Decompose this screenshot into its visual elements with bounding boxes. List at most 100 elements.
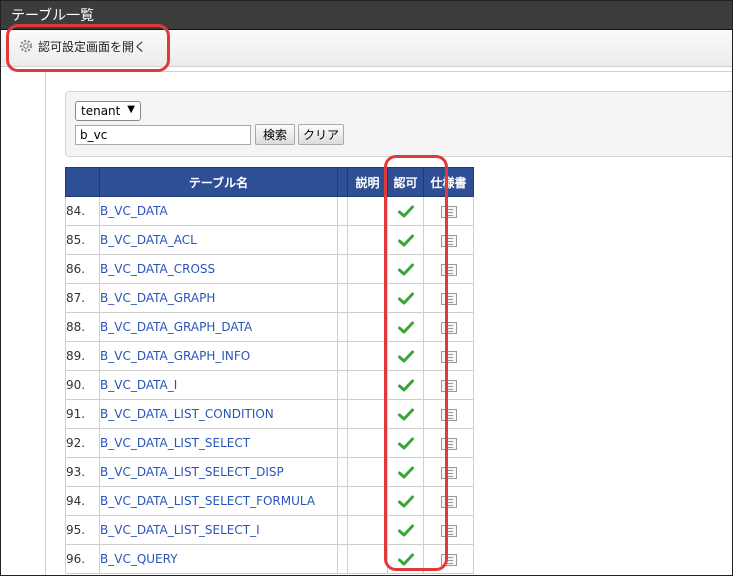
table-row: 96. B_VC_QUERY: [65, 544, 474, 574]
table-name-link[interactable]: B_VC_DATA_LIST_SELECT_I: [99, 515, 338, 545]
tenant-select[interactable]: tenant ▼: [75, 101, 141, 121]
check-icon: [397, 552, 414, 566]
tenant-select-value: tenant: [81, 104, 121, 118]
table-name-link[interactable]: B_VC_DATA: [99, 196, 338, 226]
document-icon: [440, 436, 457, 450]
table-row: 85. B_VC_DATA_ACL: [65, 225, 474, 255]
table-name-link[interactable]: B_VC_DATA_CROSS: [99, 254, 338, 284]
permission-cell[interactable]: [387, 225, 424, 255]
header-table-name[interactable]: テーブル名: [99, 167, 338, 197]
row-number: 95.: [65, 515, 100, 545]
gear-icon: [19, 39, 33, 53]
table-row: 84. B_VC_DATA: [65, 196, 474, 226]
row-number: 90.: [65, 370, 100, 400]
spec-cell[interactable]: [423, 544, 474, 574]
permission-cell[interactable]: [387, 457, 424, 487]
table-name-link[interactable]: B_VC_DATA_GRAPH_DATA: [99, 312, 338, 342]
permission-cell[interactable]: [387, 283, 424, 313]
table-name-link[interactable]: B_VC_QUERY: [99, 544, 338, 574]
spec-cell[interactable]: [423, 254, 474, 284]
spec-cell[interactable]: [423, 428, 474, 458]
table-row: 90. B_VC_DATA_I: [65, 370, 474, 400]
window-title: テーブル一覧: [11, 8, 95, 24]
permission-cell[interactable]: [387, 544, 424, 574]
document-icon: [440, 262, 457, 276]
clear-button[interactable]: クリア: [298, 124, 344, 145]
permission-cell[interactable]: [387, 312, 424, 342]
spec-cell[interactable]: [423, 370, 474, 400]
check-icon: [397, 262, 414, 276]
row-description: [347, 196, 388, 226]
spec-cell[interactable]: [423, 515, 474, 545]
permission-cell[interactable]: [387, 196, 424, 226]
spec-cell[interactable]: [423, 312, 474, 342]
document-icon: [440, 407, 457, 421]
row-description: [347, 312, 388, 342]
row-number: 87.: [65, 283, 100, 313]
table-name-link[interactable]: B_VC_DATA_LIST_SELECT_DISP: [99, 457, 338, 487]
document-icon: [440, 320, 457, 334]
row-description: [347, 283, 388, 313]
spec-cell[interactable]: [423, 225, 474, 255]
table-row: 95. B_VC_DATA_LIST_SELECT_I: [65, 515, 474, 545]
row-number: 89.: [65, 341, 100, 371]
spec-cell[interactable]: [423, 196, 474, 226]
table-name-link[interactable]: B_VC_DATA_GRAPH: [99, 283, 338, 313]
permission-cell[interactable]: [387, 341, 424, 371]
table-row: 92. B_VC_DATA_LIST_SELECT: [65, 428, 474, 458]
app-window: テーブル一覧 認可設定画面を開く tenant ▼ b_vc 検索 クリア テー…: [0, 0, 733, 576]
row-spacer: [337, 225, 348, 255]
check-icon: [397, 465, 414, 479]
table-name-link[interactable]: B_VC_DATA_I: [99, 370, 338, 400]
table-name-link[interactable]: B_VC_DATA_ACL: [99, 225, 338, 255]
table-row: 87. B_VC_DATA_GRAPH: [65, 283, 474, 313]
spec-cell[interactable]: [423, 283, 474, 313]
permission-cell[interactable]: [387, 486, 424, 516]
spec-cell[interactable]: [423, 399, 474, 429]
open-permission-settings-button[interactable]: 認可設定画面を開く: [15, 35, 154, 57]
table-name-link[interactable]: B_VC_DATA_GRAPH_INFO: [99, 341, 338, 371]
row-number: 94.: [65, 486, 100, 516]
row-description: [347, 225, 388, 255]
header-spacer: [337, 167, 348, 197]
spec-cell[interactable]: [423, 457, 474, 487]
permission-cell[interactable]: [387, 254, 424, 284]
row-number: 96.: [65, 544, 100, 574]
check-icon: [397, 349, 414, 363]
header-permission: 認可: [387, 167, 424, 197]
row-description: [347, 544, 388, 574]
spec-cell[interactable]: [423, 486, 474, 516]
table-name-link[interactable]: B_VC_DATA_LIST_CONDITION: [99, 399, 338, 429]
document-icon: [440, 349, 457, 363]
permission-cell[interactable]: [387, 428, 424, 458]
search-input-value: b_vc: [80, 128, 108, 142]
check-icon: [397, 291, 414, 305]
check-icon: [397, 494, 414, 508]
caret-down-icon: ▼: [127, 104, 135, 115]
row-spacer: [337, 283, 348, 313]
toolbar: 認可設定画面を開く: [1, 30, 732, 67]
permission-cell[interactable]: [387, 515, 424, 545]
spec-cell[interactable]: [423, 341, 474, 371]
row-description: [347, 254, 388, 284]
row-description: [347, 486, 388, 516]
title-bar: テーブル一覧: [1, 1, 732, 30]
permission-cell[interactable]: [387, 370, 424, 400]
row-number: 93.: [65, 457, 100, 487]
document-icon: [440, 233, 457, 247]
table-name-link[interactable]: B_VC_DATA_LIST_SELECT: [99, 428, 338, 458]
search-button[interactable]: 検索: [255, 124, 295, 145]
table-row: 94. B_VC_DATA_LIST_SELECT_FORMULA: [65, 486, 474, 516]
table-name-link[interactable]: B_VC_DATA_LIST_SELECT_FORMULA: [99, 486, 338, 516]
document-icon: [440, 204, 457, 218]
table-row: 91. B_VC_DATA_LIST_CONDITION: [65, 399, 474, 429]
row-spacer: [337, 457, 348, 487]
search-input[interactable]: b_vc: [75, 125, 251, 145]
header-description: 説明: [347, 167, 388, 197]
document-icon: [440, 378, 457, 392]
table-row: 89. B_VC_DATA_GRAPH_INFO: [65, 341, 474, 371]
row-description: [347, 399, 388, 429]
row-description: [347, 428, 388, 458]
row-number: 91.: [65, 399, 100, 429]
permission-cell[interactable]: [387, 399, 424, 429]
